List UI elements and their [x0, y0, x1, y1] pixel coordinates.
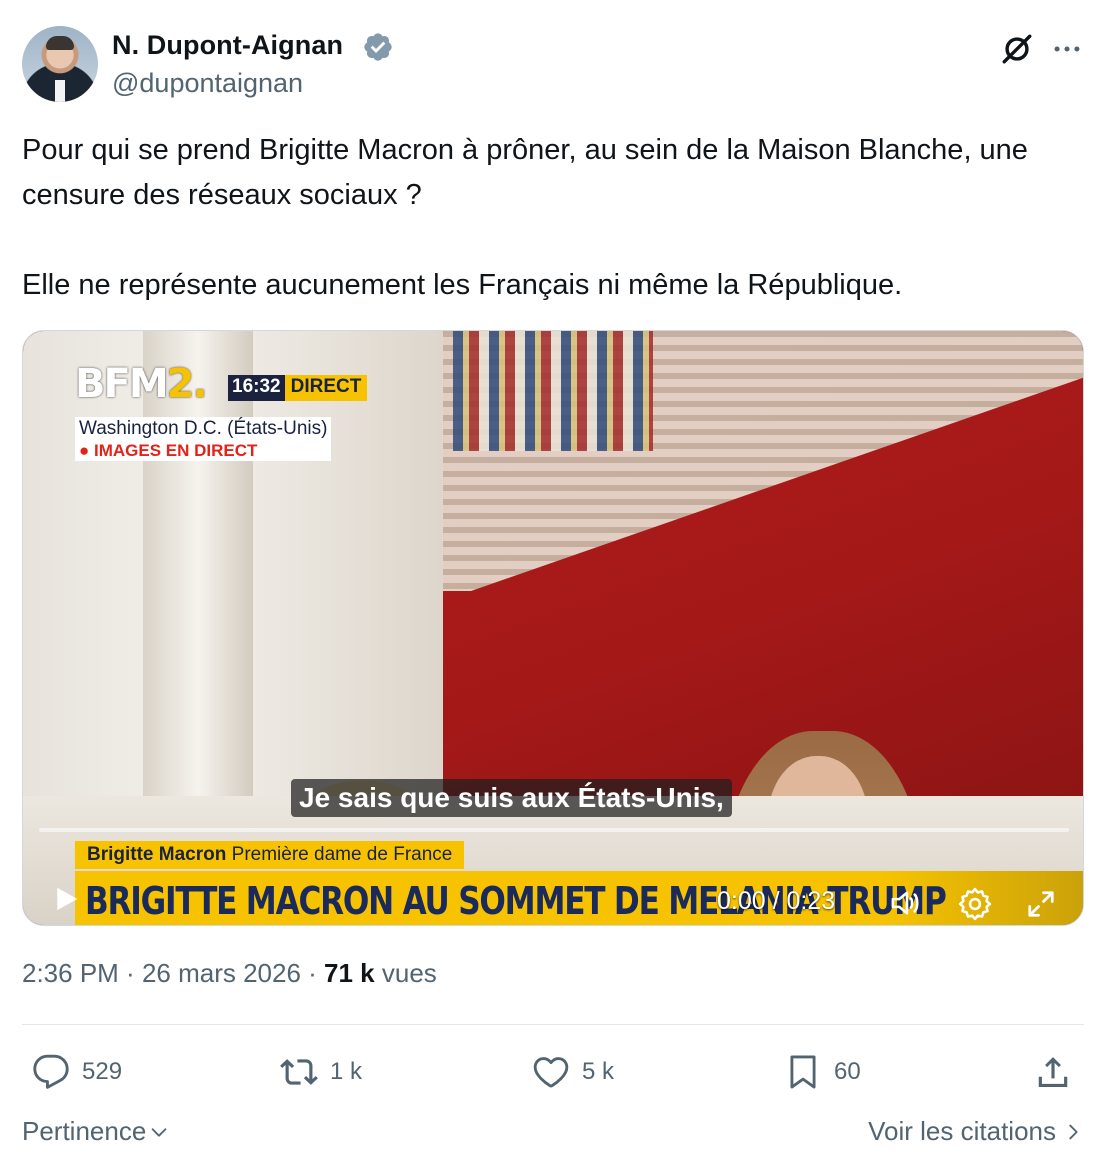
video-progress-bar[interactable] — [39, 828, 1069, 832]
volume-muted-icon[interactable] — [889, 887, 925, 919]
tweet-meta: 2:36 PM · 26 mars 2026 · 71 k vues — [22, 958, 437, 989]
flags-background — [453, 331, 653, 451]
views-count: 71 k — [324, 958, 375, 988]
bookmark-icon — [790, 1055, 816, 1089]
broadcast-time: 16:32 — [228, 375, 285, 401]
views-label: vues — [374, 958, 437, 988]
verified-badge-icon — [364, 33, 392, 61]
avatar[interactable] — [22, 26, 98, 102]
video-controls: 0:00 / 0:23 — [23, 851, 1083, 925]
live-time-badge: 16:32 DIRECT — [228, 375, 368, 401]
view-quotes-link[interactable]: Voir les citations — [868, 1116, 1084, 1147]
more-options-icon[interactable] — [1050, 32, 1084, 66]
video-player[interactable]: BFM2. 16:32 DIRECT Washington D.C. (État… — [22, 330, 1084, 926]
sort-label: Pertinence — [22, 1116, 147, 1146]
location-card: Washington D.C. (États-Unis) ● IMAGES EN… — [75, 417, 332, 461]
sort-dropdown[interactable]: Pertinence — [22, 1116, 170, 1147]
tweet-header: N. Dupont-Aignan @dupontaignan — [22, 24, 1084, 104]
tweet-actions: 529 1 k 5 k 60 — [22, 1048, 1084, 1100]
bookmark-button[interactable]: 60 — [784, 1048, 861, 1096]
display-name[interactable]: N. Dupont-Aignan — [112, 30, 343, 61]
meta-separator: · — [118, 958, 142, 988]
chevron-down-icon — [151, 1127, 167, 1137]
post-date[interactable]: 26 mars 2026 — [142, 958, 301, 988]
bookmark-count: 60 — [834, 1058, 861, 1085]
reply-count: 529 — [82, 1058, 123, 1085]
share-icon — [1038, 1057, 1068, 1088]
video-timecode: 0:00 / 0:23 — [717, 887, 836, 915]
play-icon[interactable] — [51, 883, 81, 915]
heart-icon — [533, 1057, 569, 1088]
view-quotes-label: Voir les citations — [868, 1116, 1056, 1146]
location-label: Washington D.C. (États-Unis) — [79, 418, 328, 439]
replies-footer: Pertinence Voir les citations — [22, 1112, 1084, 1152]
post-time[interactable]: 2:36 PM — [22, 958, 119, 988]
grok-icon[interactable] — [1000, 32, 1034, 66]
video-subtitle: Je sais que suis aux États-Unis, — [291, 779, 732, 817]
avatar-hair — [46, 36, 74, 50]
divider — [22, 1024, 1084, 1025]
tweet-text: Pour qui se prend Brigitte Macron à prôn… — [22, 128, 1088, 308]
retweet-icon — [280, 1059, 318, 1085]
retweet-button[interactable]: 1 k — [280, 1048, 362, 1096]
tweet-paragraph: Pour qui se prend Brigitte Macron à prôn… — [22, 134, 1028, 211]
avatar-shirt — [55, 80, 65, 102]
like-count: 5 k — [582, 1058, 615, 1085]
channel-logo-suffix: 2. — [166, 361, 208, 407]
handle[interactable]: @dupontaignan — [112, 68, 303, 99]
meta-separator: · — [300, 958, 325, 988]
fullscreen-icon[interactable] — [1026, 889, 1056, 919]
chevron-right-icon — [1069, 1124, 1078, 1139]
reply-icon — [33, 1054, 69, 1089]
live-badge: DIRECT — [284, 375, 368, 401]
channel-logo: BFM2. — [75, 361, 208, 407]
live-images-label: ● IMAGES EN DIRECT — [79, 441, 258, 460]
like-button[interactable]: 5 k — [532, 1048, 614, 1096]
settings-gear-icon[interactable] — [958, 887, 992, 921]
share-button[interactable] — [1034, 1048, 1072, 1096]
reply-button[interactable]: 529 — [32, 1048, 122, 1096]
tweet-paragraph: Elle ne représente aucunement les França… — [22, 269, 903, 301]
retweet-count: 1 k — [330, 1058, 363, 1085]
channel-logo-text: BFM — [75, 361, 169, 407]
